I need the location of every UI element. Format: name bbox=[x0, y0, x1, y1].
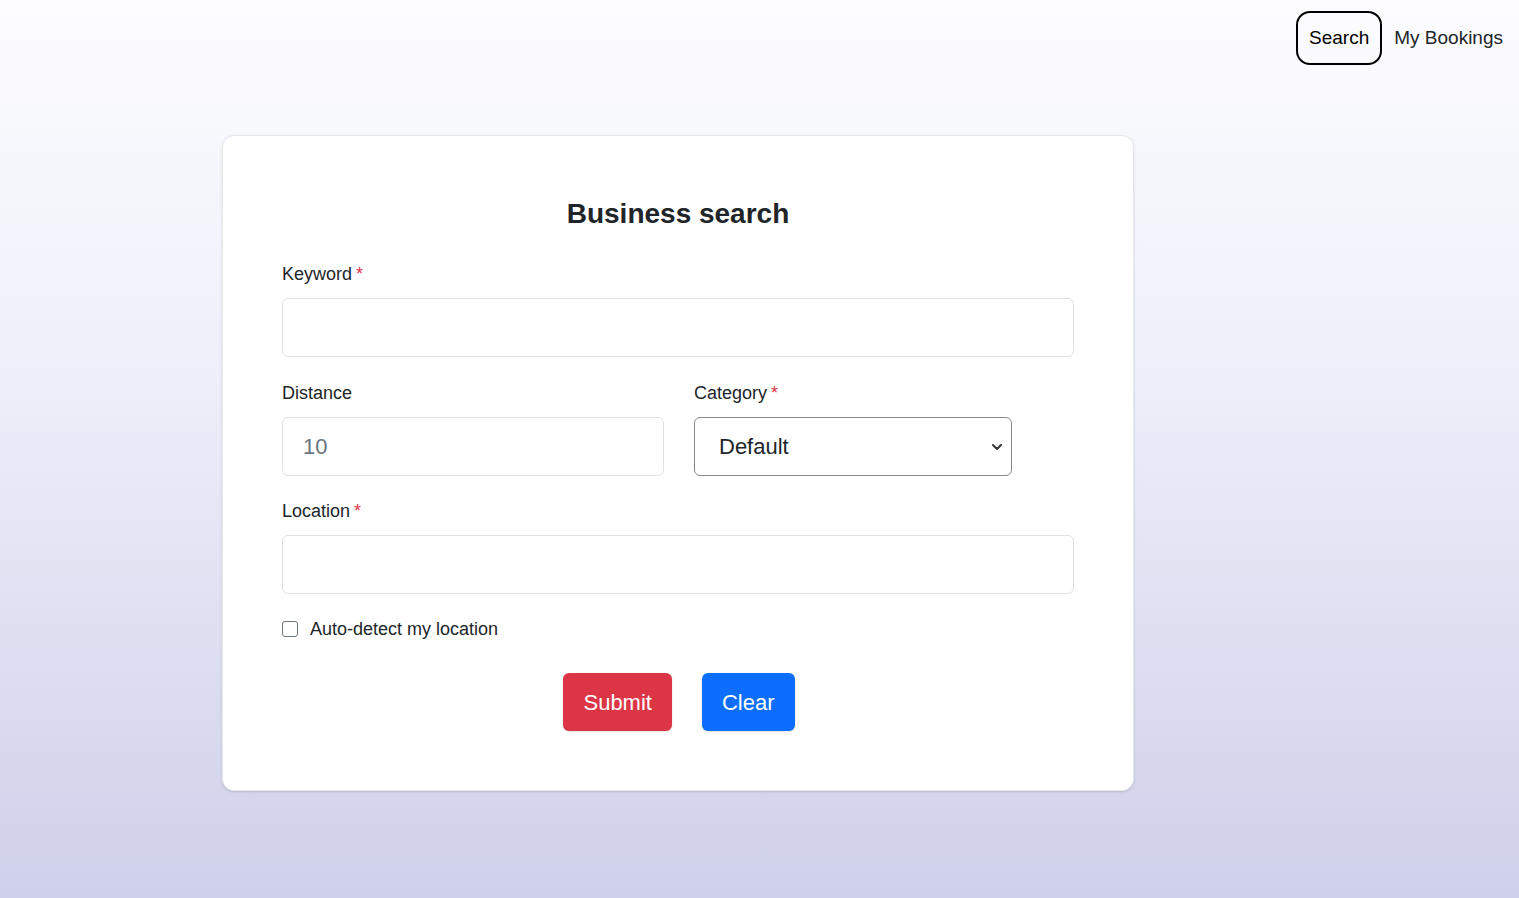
required-mark: * bbox=[356, 264, 363, 284]
chevron-down-icon bbox=[989, 439, 1005, 455]
distance-input[interactable] bbox=[282, 417, 664, 476]
auto-detect-checkbox[interactable] bbox=[282, 621, 298, 637]
button-row: Submit Clear bbox=[282, 673, 1074, 731]
page: SearchMy Bookings Business search Keyword*… bbox=[0, 0, 1519, 898]
field-label: Keyword* bbox=[282, 262, 1074, 286]
required-mark: * bbox=[354, 501, 361, 521]
form-title: Business search bbox=[282, 196, 1074, 232]
field-label: Category* bbox=[694, 381, 1012, 405]
keyword-input[interactable] bbox=[282, 298, 1074, 357]
auto-detect-row[interactable]: Auto-detect my location bbox=[282, 618, 1074, 640]
search-card: Business search Keyword* Distance Category*… bbox=[222, 135, 1134, 791]
top-nav: SearchMy Bookings bbox=[0, 0, 1519, 65]
location-input[interactable] bbox=[282, 535, 1074, 594]
nav-item[interactable]: Search bbox=[1296, 11, 1382, 65]
required-mark: * bbox=[771, 383, 778, 403]
form-button[interactable]: Clear bbox=[702, 673, 795, 731]
nav-item[interactable]: My Bookings bbox=[1392, 11, 1505, 65]
form-button[interactable]: Submit bbox=[563, 673, 671, 731]
field-label: Location* bbox=[282, 499, 1074, 523]
category-select[interactable]: Default bbox=[694, 417, 1012, 476]
field-label: Distance bbox=[282, 381, 664, 405]
